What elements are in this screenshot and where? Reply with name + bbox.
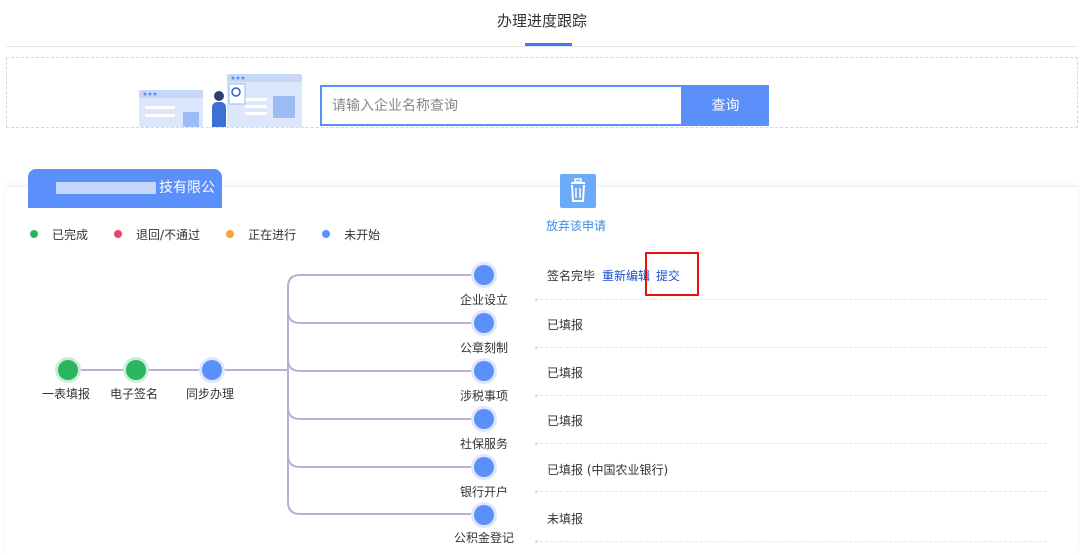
flow-connectors — [68, 274, 484, 515]
branch-status: 未填报 — [547, 512, 584, 526]
step-node-completed[interactable] — [58, 360, 78, 380]
branch-node[interactable] — [474, 361, 494, 381]
branch-label: 社保服务 — [460, 437, 509, 451]
step-node-not-started[interactable] — [202, 360, 222, 380]
row-divider — [535, 540, 1047, 543]
step-label: 电子签名 — [110, 387, 159, 401]
branch-status: 已填报 — [547, 318, 584, 332]
branch-status: 已填报 (中国农业银行) — [547, 463, 669, 477]
branch-status: 已填报 — [547, 366, 584, 380]
re-edit-link[interactable]: 重新编辑 — [602, 267, 650, 284]
branch-label: 银行开户 — [460, 485, 509, 499]
branch-status: 已填报 — [547, 414, 584, 428]
branch-label: 涉税事项 — [460, 389, 509, 403]
branch-label: 企业设立 — [460, 293, 509, 307]
row-divider — [535, 442, 1047, 445]
row-divider — [535, 394, 1047, 397]
submit-highlight-box — [645, 252, 699, 296]
row-divider — [535, 490, 1047, 493]
branch-node[interactable] — [474, 313, 494, 333]
branch-node[interactable] — [474, 505, 494, 525]
row-divider — [535, 298, 1047, 301]
row-divider — [535, 346, 1047, 349]
branch-node[interactable] — [474, 265, 494, 285]
branch-node[interactable] — [474, 457, 494, 477]
branch-label: 公积金登记 — [454, 531, 515, 545]
step-node-completed[interactable] — [126, 360, 146, 380]
branch-status: 签名完毕 — [547, 269, 596, 283]
branch-node[interactable] — [474, 409, 494, 429]
branch-label: 公章刻制 — [460, 341, 509, 355]
step-label: 一表填报 — [42, 387, 91, 401]
step-label: 同步办理 — [186, 387, 235, 401]
